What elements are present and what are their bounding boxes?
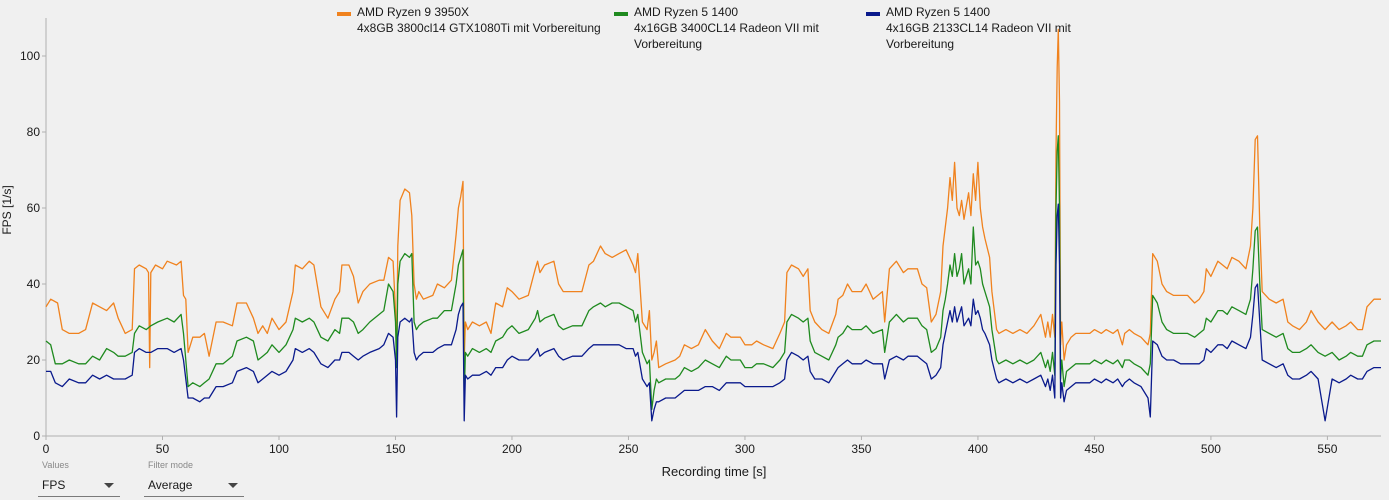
x-tick-label: 300 — [735, 442, 755, 456]
x-tick-label: 150 — [385, 442, 405, 456]
legend-label: AMD Ryzen 9 3950X 4x8GB 3800cl14 GTX1080… — [357, 5, 601, 35]
filter-mode-selected: Average — [148, 478, 193, 492]
y-tick-label: 0 — [33, 429, 40, 443]
x-tick-label: 200 — [502, 442, 522, 456]
y-tick-label: 80 — [27, 125, 41, 139]
x-tick-label: 100 — [269, 442, 289, 456]
y-tick-label: 40 — [27, 277, 41, 291]
filter-mode-dropdown[interactable]: Average — [144, 476, 244, 497]
fps-chart: 0 20 40 60 80 100 0 50 100 150 200 250 300 350 400 450 5… — [0, 18, 1381, 479]
x-tick-label: 50 — [156, 442, 170, 456]
x-tick-label: 500 — [1201, 442, 1221, 456]
chevron-down-icon — [104, 483, 114, 488]
chevron-down-icon — [228, 483, 238, 488]
legend-swatch-green — [614, 12, 628, 16]
x-axis-label: Recording time [s] — [662, 464, 767, 479]
x-tick-label: 0 — [43, 442, 50, 456]
x-tick-label: 550 — [1317, 442, 1337, 456]
x-tick-label: 400 — [968, 442, 988, 456]
series-line-ryzen5-1400-2133cl14 — [46, 203, 1381, 422]
legend-label: AMD Ryzen 5 1400 4x16GB 3400CL14 Radeon … — [634, 5, 819, 51]
x-tick-label: 250 — [618, 442, 638, 456]
x-tick-label: 450 — [1084, 442, 1104, 456]
legend-swatch-blue — [866, 12, 880, 16]
legend-label: AMD Ryzen 5 1400 4x16GB 2133CL14 Radeon … — [886, 5, 1071, 51]
series-line-ryzen9-3950x — [45, 28, 1381, 369]
y-tick-label: 60 — [27, 201, 41, 215]
values-label: Values — [42, 460, 69, 470]
values-selected: FPS — [42, 478, 66, 492]
values-dropdown[interactable]: FPS — [38, 476, 120, 497]
legend-swatch-orange — [337, 12, 351, 16]
y-tick-label: 100 — [20, 49, 40, 63]
x-tick-label: 350 — [851, 442, 871, 456]
y-axis-label: FPS [1/s] — [0, 185, 14, 234]
y-tick-label: 20 — [27, 353, 41, 367]
chart-series — [45, 28, 1381, 422]
chart-axes: 0 20 40 60 80 100 0 50 100 150 200 250 300 350 400 450 5… — [20, 18, 1381, 456]
filter-mode-label: Filter mode — [148, 460, 194, 470]
